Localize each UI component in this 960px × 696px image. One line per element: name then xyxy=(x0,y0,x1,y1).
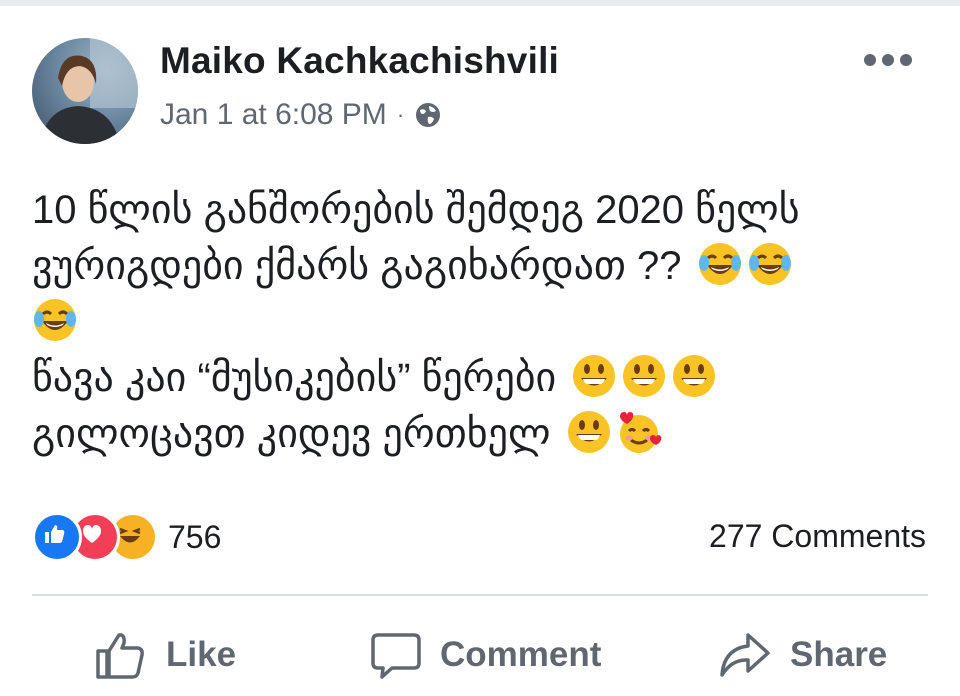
dot-icon xyxy=(864,54,876,66)
post-line-1: 10 წლის განშორების შემდეგ 2020 წელს xyxy=(32,188,800,232)
avatar[interactable] xyxy=(32,38,138,144)
globe-icon xyxy=(416,103,441,127)
action-bar: Like Comment Share xyxy=(0,620,960,690)
grinning-emoji xyxy=(573,355,616,397)
reactions-summary[interactable]: 756 xyxy=(32,512,222,562)
like-reaction-icon xyxy=(32,512,82,562)
post-timestamp[interactable]: Jan 1 at 6:08 PM xyxy=(160,98,387,132)
like-label: Like xyxy=(166,635,237,674)
laughing-tears-emoji xyxy=(698,243,741,285)
grinning-emoji xyxy=(567,411,610,453)
top-border xyxy=(0,0,960,6)
author-name[interactable]: Maiko Kachkachishvili xyxy=(160,40,559,82)
more-options-button[interactable] xyxy=(864,50,912,70)
divider xyxy=(32,594,928,596)
like-button[interactable]: Like xyxy=(92,620,236,690)
share-arrow-icon xyxy=(720,633,770,677)
dot-icon xyxy=(882,54,894,66)
share-button[interactable]: Share xyxy=(718,620,887,690)
post-line-2: ვურიგდები ქმარს გაგიხარდათ ?? xyxy=(32,238,932,294)
post-meta: Jan 1 at 6:08 PM · xyxy=(160,98,442,132)
comment-button[interactable]: Comment xyxy=(370,620,601,690)
comment-label: Comment xyxy=(440,635,602,674)
post-line-5: გილოცავთ კიდევ ერთხელ xyxy=(32,406,932,462)
laughing-tears-emoji xyxy=(34,299,76,341)
share-label: Share xyxy=(790,635,888,674)
post-line-3 xyxy=(32,294,932,350)
comment-bubble-icon xyxy=(371,633,421,679)
smiling-hearts-emoji xyxy=(619,412,661,453)
grinning-emoji xyxy=(673,355,716,397)
laughing-tears-emoji xyxy=(748,243,791,285)
post-content: 10 წლის განშორების შემდეგ 2020 წელს ვური… xyxy=(32,182,932,462)
meta-separator: · xyxy=(396,102,405,127)
dot-icon xyxy=(900,54,912,66)
grinning-emoji xyxy=(623,355,666,397)
post-line-4: წავა კაი “მუსიკების” წერები xyxy=(32,350,932,406)
thumbs-up-icon xyxy=(96,633,144,679)
reactions-count: 756 xyxy=(168,518,222,555)
comments-count-link[interactable]: 277 Comments xyxy=(709,518,926,555)
